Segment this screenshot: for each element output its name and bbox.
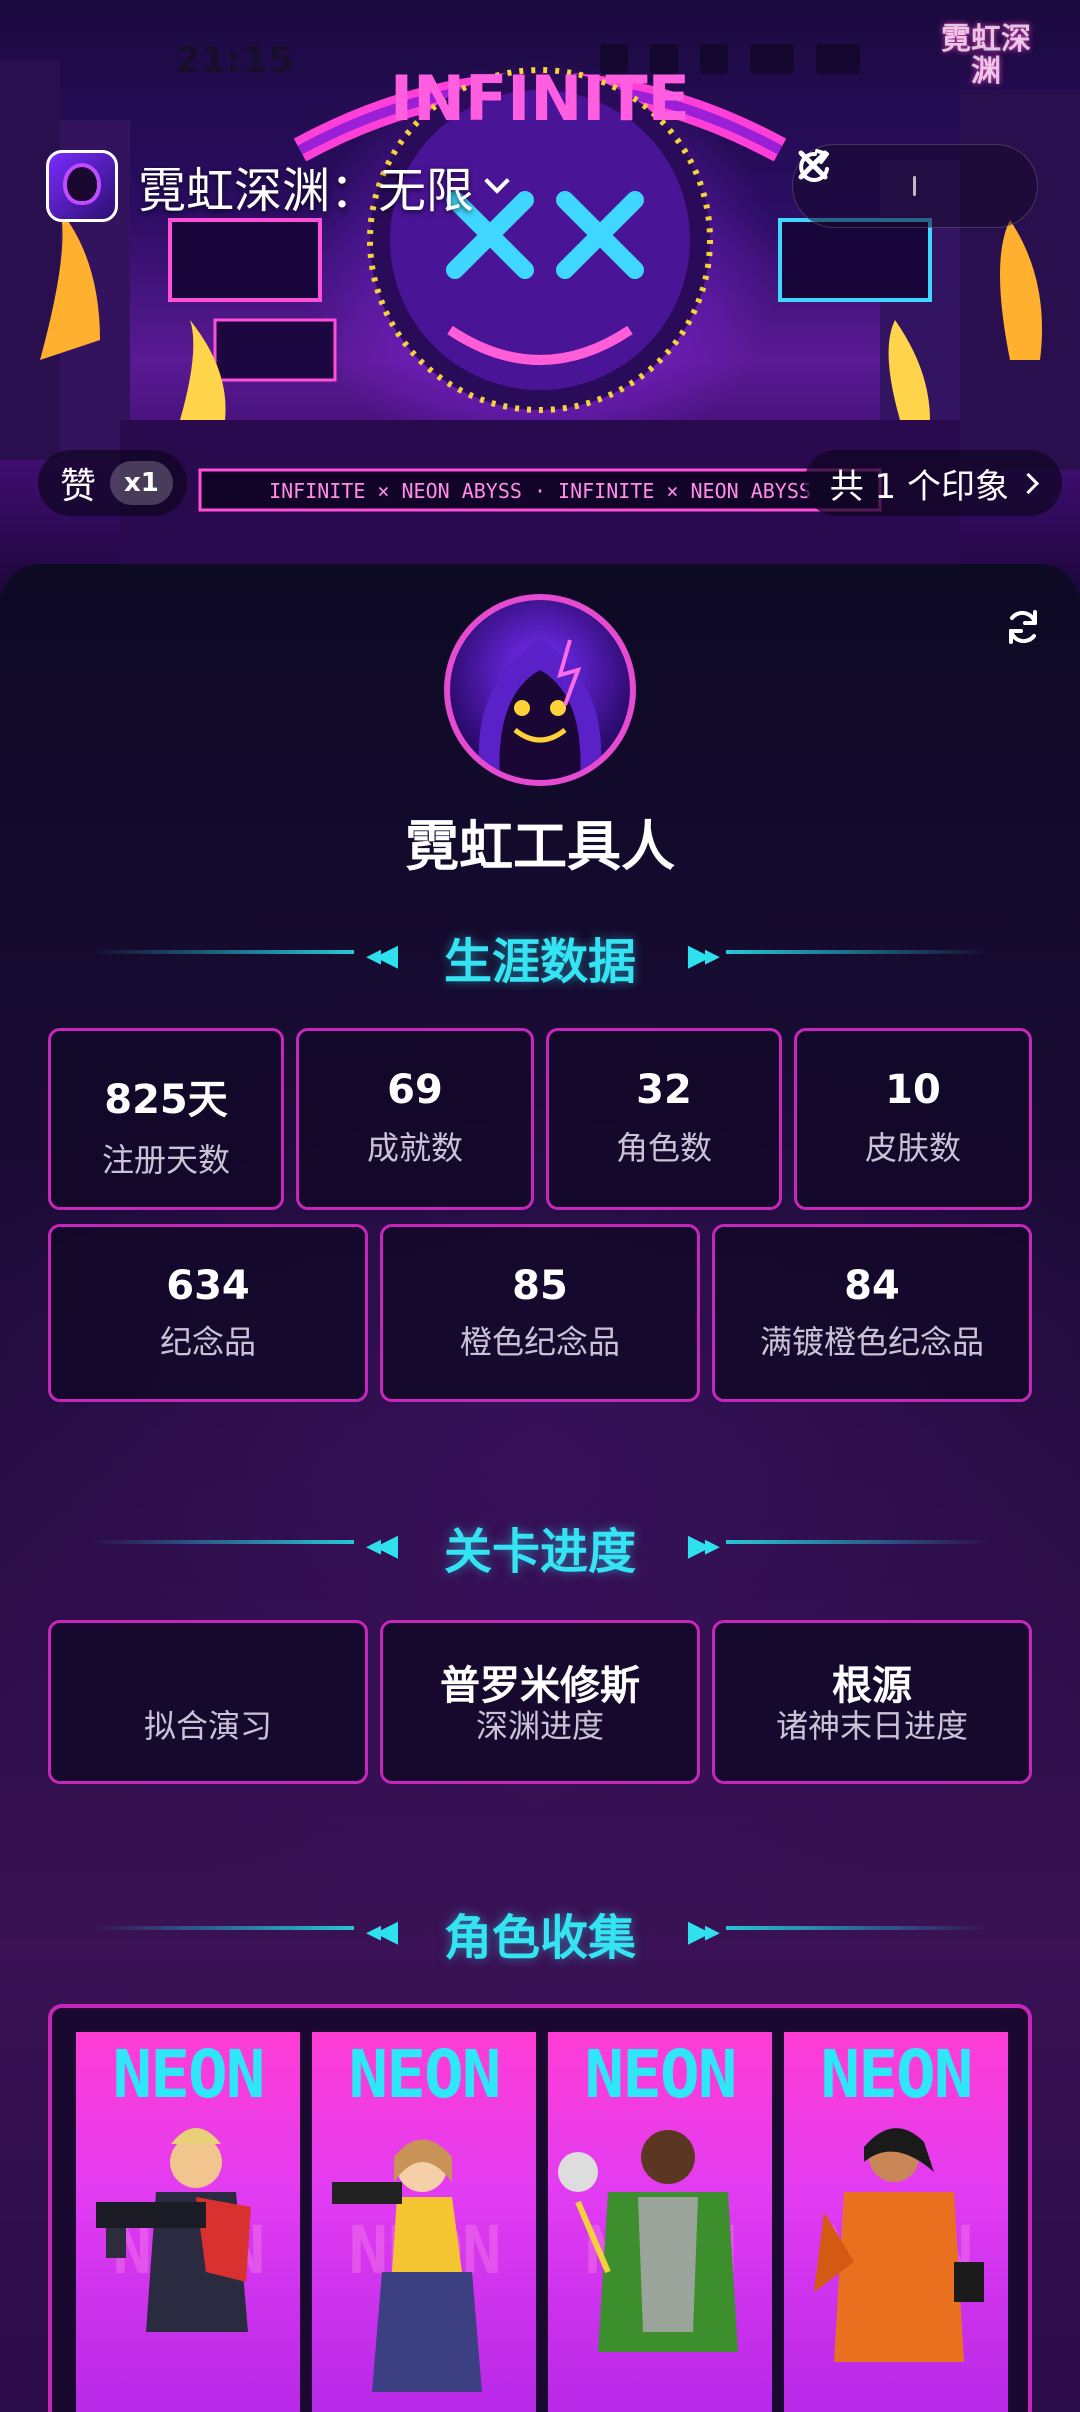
stat-value: 84 (844, 1263, 900, 1309)
game-watermark-logo: 霓虹深渊 (941, 22, 1031, 89)
title-deco-right-icon: ▶▸ (687, 1914, 720, 1949)
progress-label: 拟合演习 (143, 1707, 272, 1745)
title-line-right (726, 1540, 988, 1544)
stat-value: 32 (636, 1067, 692, 1113)
title-deco-right-icon: ▶▸ (687, 1528, 720, 1563)
progress-label: 诸神末日进度 (775, 1707, 968, 1745)
character-gunner-art (332, 2139, 482, 2392)
progress-value (51, 1653, 365, 1699)
stat-value: 69 (387, 1067, 443, 1113)
hero-banner: INFINITE × NEON ABYSS · INFINITE × NEON … (0, 0, 1080, 600)
nfc-icon (600, 44, 628, 74)
stat-card-full-orange-souvenirs: 84 满镀橙色纪念品 (712, 1224, 1032, 1402)
mini-program-capsule (792, 144, 1038, 228)
section-title-label: 关卡进度 (443, 1524, 636, 1580)
stat-label: 成就数 (366, 1129, 463, 1167)
chevron-down-icon (484, 168, 510, 194)
bluetooth-icon (700, 44, 728, 74)
stat-card-achievements: 69 成就数 (296, 1028, 534, 1210)
section-title-label: 生涯数据 (443, 934, 636, 990)
character-fighter-art (814, 2128, 984, 2362)
status-time: 21:15 (175, 40, 295, 81)
stat-value: 634 (166, 1263, 250, 1309)
profile-panel: 霓虹工具人 ◂◀ 生涯数据 ▶▸ 825天 注册天数 69 成就数 32 角色数… (0, 564, 1080, 2412)
character-soldier-art (96, 2128, 251, 2332)
app-title-text: 霓虹深渊：无限 (138, 163, 475, 219)
progress-card-abyss: 普罗米修斯 深渊进度 (380, 1620, 700, 1784)
signal-icon (816, 44, 860, 74)
stage-banner-text: INFINITE × NEON ABYSS · INFINITE × NEON … (269, 479, 811, 503)
progress-card-ragnarok: 根源 诸神末日进度 (712, 1620, 1032, 1784)
title-line-right (726, 1926, 988, 1930)
stat-value: 10 (885, 1067, 941, 1113)
character-collection: NEON NEON NEON NEON NEON (48, 2004, 1032, 2412)
alarm-icon (650, 44, 678, 74)
stat-label: 橙色纪念品 (459, 1323, 620, 1361)
section-title-collection: ◂◀ 角色收集 ▶▸ (0, 1892, 1080, 1966)
like-count-badge: x1 (110, 461, 173, 505)
stat-label: 角色数 (615, 1129, 712, 1167)
stat-value: 85 (512, 1263, 568, 1309)
stat-label: 纪念品 (159, 1323, 256, 1361)
like-button[interactable]: 赞 x1 (38, 450, 187, 516)
status-icons (600, 44, 860, 74)
section-title-progress: ◂◀ 关卡进度 ▶▸ (0, 1506, 1080, 1580)
character-card[interactable]: NEON NEON (784, 2032, 1008, 2412)
stat-value: 825天 (104, 1077, 228, 1123)
stat-card-orange-souvenirs: 85 橙色纪念品 (380, 1224, 700, 1402)
avatar[interactable] (444, 594, 636, 786)
progress-card-drill: 拟合演习 (48, 1620, 368, 1784)
title-line-right (726, 950, 988, 954)
progress-value: 普罗米修斯 (440, 1663, 640, 1709)
character-brawler-art (558, 2130, 738, 2352)
capsule-divider (913, 176, 917, 196)
sync-icon[interactable] (1002, 606, 1044, 652)
status-bar: 21:15 霓虹深渊 (0, 0, 1080, 120)
app-header[interactable]: 霓虹深渊：无限 (46, 150, 510, 222)
hd-icon (750, 44, 794, 74)
chevron-right-icon (1017, 472, 1040, 494)
stat-card-souvenirs: 634 纪念品 (48, 1224, 368, 1402)
character-card[interactable]: NEON NEON (548, 2032, 772, 2412)
progress-label: 深渊进度 (475, 1707, 604, 1745)
stat-label: 皮肤数 (864, 1129, 961, 1167)
nickname: 霓虹工具人 (405, 815, 675, 878)
character-card[interactable]: NEON NEON (76, 2032, 300, 2412)
app-title[interactable]: 霓虹深渊：无限 (138, 151, 510, 221)
stat-label: 满镀橙色纪念品 (759, 1323, 984, 1361)
impressions-label: 共 1 个印象 (829, 466, 1009, 507)
stat-label: 注册天数 (101, 1141, 230, 1179)
progress-value: 根源 (832, 1663, 912, 1709)
section-title-label: 角色收集 (443, 1910, 636, 1966)
app-icon (46, 150, 118, 222)
stat-card-characters: 32 角色数 (546, 1028, 782, 1210)
character-card[interactable]: NEON NEON (312, 2032, 536, 2412)
stat-card-register-days: 825天 注册天数 (48, 1028, 284, 1210)
section-title-career: ◂◀ 生涯数据 ▶▸ (0, 916, 1080, 990)
stat-card-skins: 10 皮肤数 (794, 1028, 1032, 1210)
impressions-link[interactable]: 共 1 个印象 (803, 450, 1062, 516)
like-label: 赞 (60, 466, 97, 507)
title-deco-right-icon: ▶▸ (687, 938, 720, 973)
